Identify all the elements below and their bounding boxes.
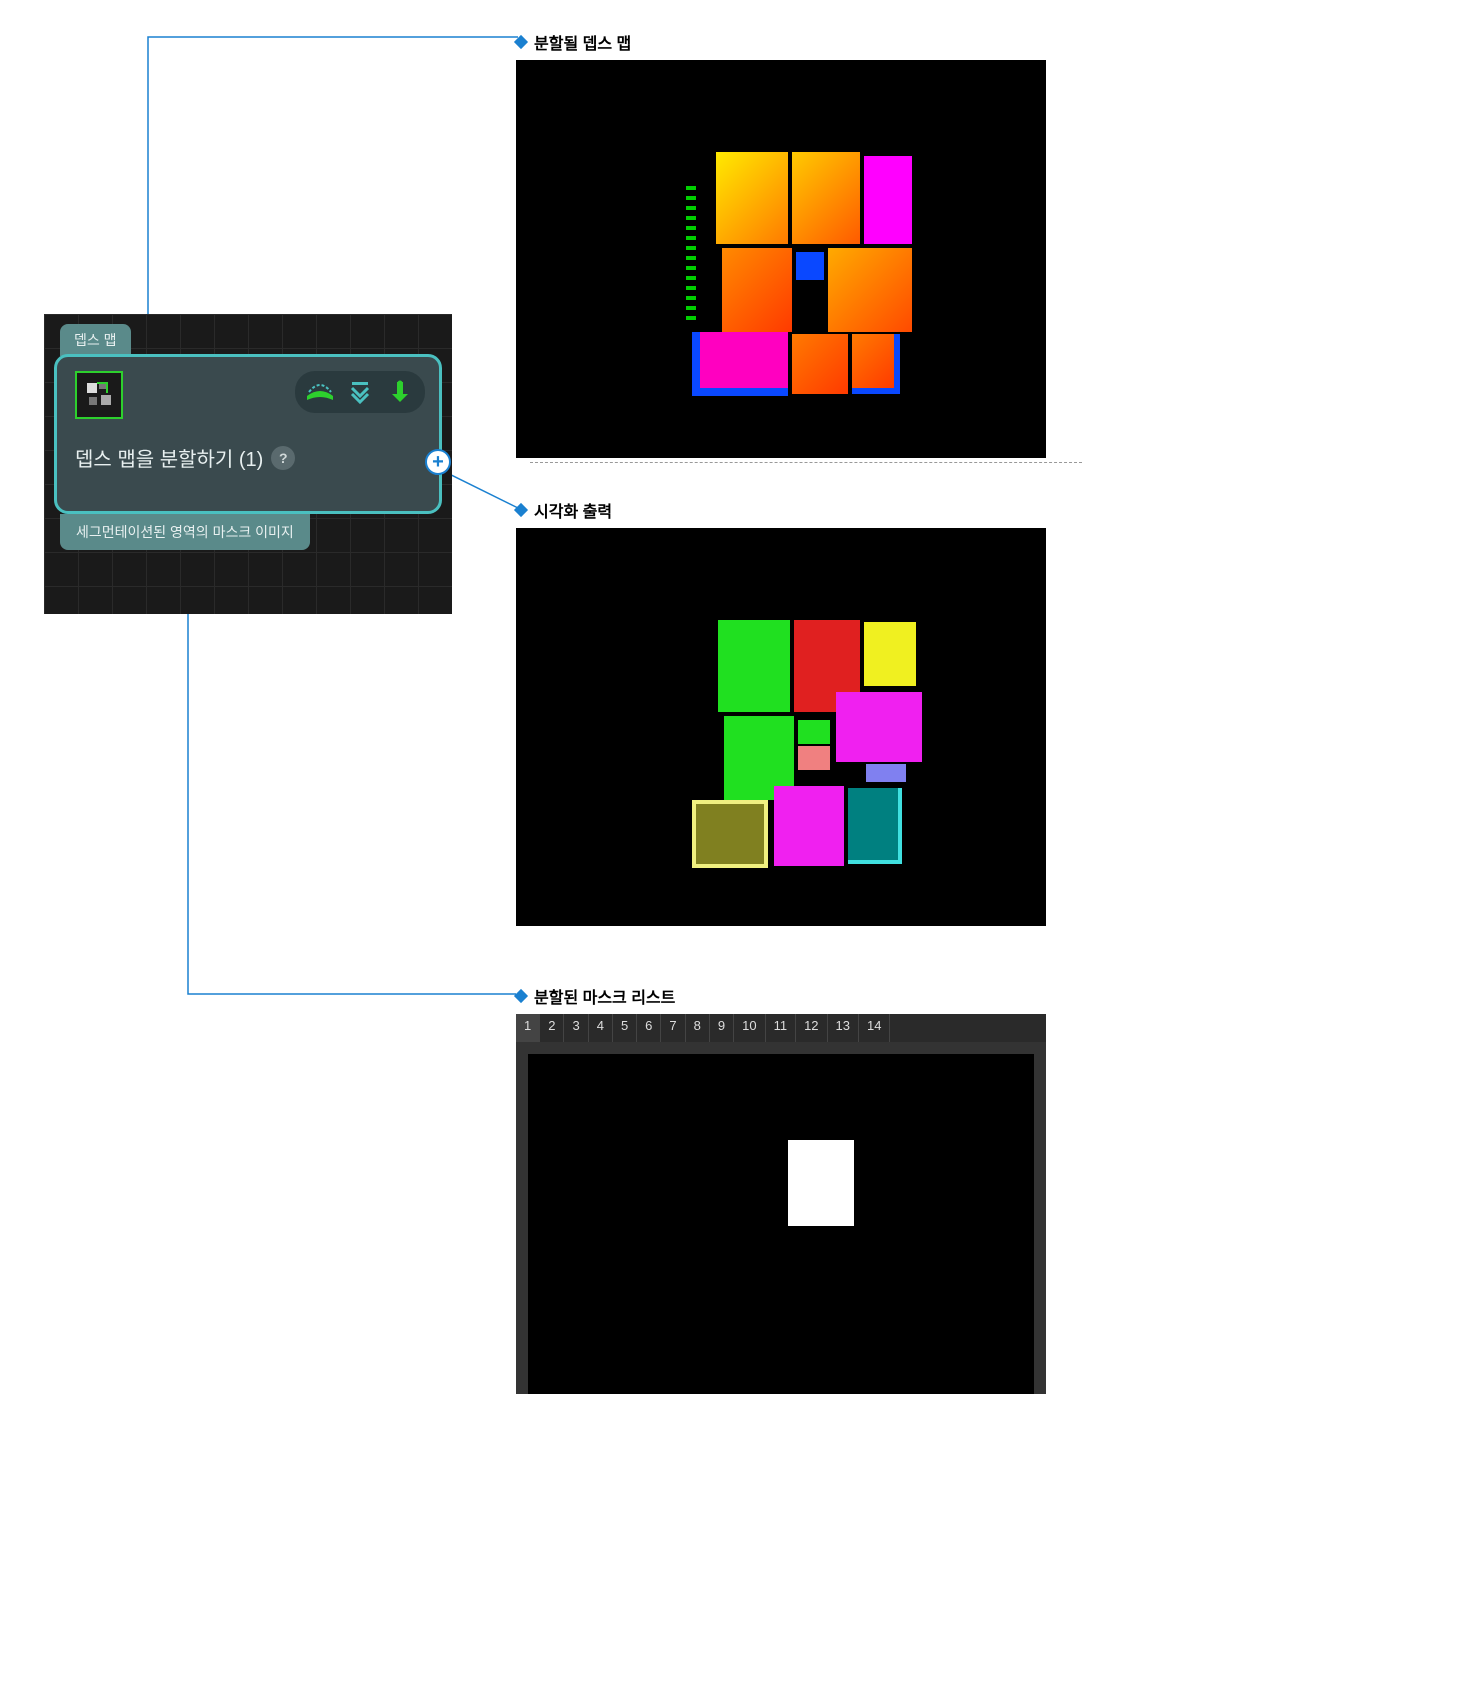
viz-output-image	[516, 528, 1046, 926]
run-step-down-icon[interactable]	[345, 377, 375, 407]
viz-block	[848, 788, 902, 864]
run-down-icon[interactable]	[385, 377, 415, 407]
panel-viz-heading: 시각화 출력	[516, 498, 1046, 522]
mask-tab[interactable]: 6	[637, 1014, 661, 1042]
node-title-text: 뎁스 맵을 분할하기 (1)	[75, 443, 263, 472]
mask-tab[interactable]: 7	[661, 1014, 685, 1042]
viz-block	[718, 620, 790, 712]
mask-tab[interactable]: 13	[828, 1014, 859, 1042]
viz-block	[866, 764, 906, 782]
panel-depth-heading: 분할될 뎁스 맵	[516, 30, 1046, 54]
diamond-icon	[514, 989, 528, 1003]
mask-tab[interactable]: 2	[540, 1014, 564, 1042]
mask-tab[interactable]: 4	[589, 1014, 613, 1042]
viz-block	[864, 622, 916, 686]
diamond-icon	[514, 35, 528, 49]
panel-viz-title: 시각화 출력	[534, 498, 612, 522]
mask-tab[interactable]: 11	[766, 1014, 797, 1042]
viz-block	[798, 720, 830, 744]
visualize-icon[interactable]	[305, 377, 335, 407]
depth-block	[792, 334, 848, 394]
panel-viz: 시각화 출력	[516, 498, 1046, 926]
add-port-icon[interactable]: +	[425, 449, 451, 475]
mask-tabs: 1 2 3 4 5 6 7 8 9 10 11 12 13 14	[516, 1014, 1046, 1042]
viz-block	[798, 746, 830, 770]
mask-region	[788, 1140, 854, 1226]
viz-block	[836, 692, 922, 762]
depth-block	[716, 152, 788, 244]
viz-block	[692, 800, 768, 868]
node-input-port[interactable]: 뎁스 맵	[60, 324, 131, 356]
mask-preview	[528, 1054, 1034, 1394]
help-icon[interactable]: ?	[271, 446, 295, 470]
mask-list-image: 1 2 3 4 5 6 7 8 9 10 11 12 13 14	[516, 1014, 1046, 1394]
diamond-icon	[514, 503, 528, 517]
depth-block	[796, 252, 824, 280]
mask-tab[interactable]: 9	[710, 1014, 734, 1042]
divider	[530, 462, 1082, 463]
panel-masks-title: 분할된 마스크 리스트	[534, 984, 675, 1008]
mask-tab[interactable]: 14	[859, 1014, 890, 1042]
depth-map-image	[516, 60, 1046, 458]
node-toolbar	[295, 371, 425, 413]
mask-tab[interactable]: 10	[734, 1014, 765, 1042]
panel-masks: 분할된 마스크 리스트 1 2 3 4 5 6 7 8 9 10 11 12 1…	[516, 984, 1046, 1394]
depth-block	[852, 334, 900, 394]
panel-depth: 분할될 뎁스 맵	[516, 30, 1046, 458]
mask-tab[interactable]: 1	[516, 1014, 540, 1042]
node-body[interactable]: 뎁스 맵을 분할하기 (1) ? +	[54, 354, 442, 514]
node-title: 뎁스 맵을 분할하기 (1) ?	[75, 443, 295, 472]
node-canvas: 뎁스 맵	[44, 314, 452, 614]
segment-icon	[75, 371, 123, 419]
mask-tab[interactable]: 8	[686, 1014, 710, 1042]
depth-block	[722, 248, 792, 332]
depth-block	[864, 156, 912, 244]
mask-tab[interactable]: 3	[564, 1014, 588, 1042]
depth-block	[792, 152, 860, 244]
mask-tab[interactable]: 12	[796, 1014, 827, 1042]
viz-block	[774, 786, 844, 866]
panel-masks-heading: 분할된 마스크 리스트	[516, 984, 1046, 1008]
depth-block	[828, 248, 912, 332]
panel-depth-title: 분할될 뎁스 맵	[534, 30, 631, 54]
mask-tab[interactable]: 5	[613, 1014, 637, 1042]
node-output-port[interactable]: 세그먼테이션된 영역의 마스크 이미지	[60, 514, 310, 550]
depth-block	[686, 180, 696, 320]
depth-block	[692, 332, 788, 396]
